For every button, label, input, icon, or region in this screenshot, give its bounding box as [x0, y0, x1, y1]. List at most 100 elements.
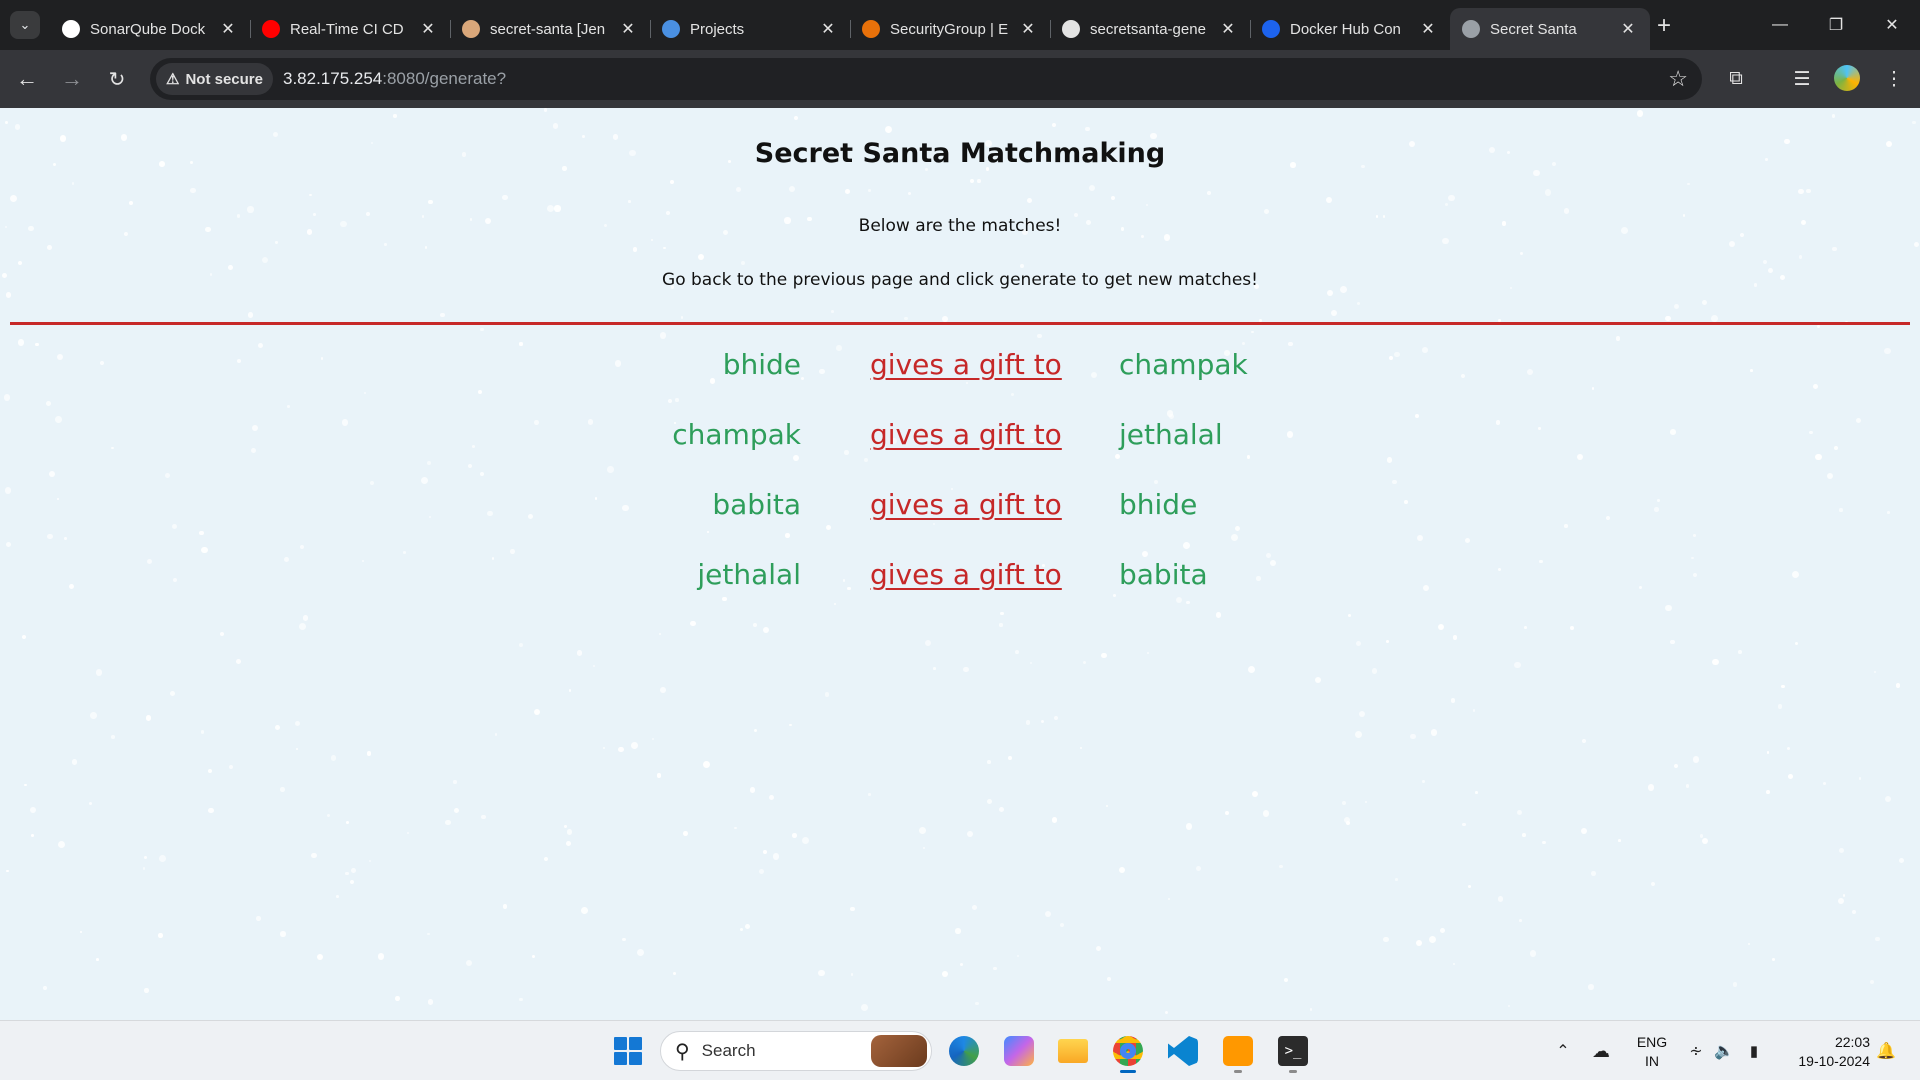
tab-close-icon[interactable]: ✕ [1218, 19, 1238, 39]
new-tab-plus-icon[interactable]: + [1650, 12, 1678, 40]
gives-gift-link[interactable]: gives a gift to [870, 558, 1062, 591]
taskbar-search-box[interactable]: ⚲ Search [660, 1031, 932, 1071]
edge-browser-icon[interactable] [944, 1031, 984, 1071]
snowflake [552, 123, 559, 130]
minimize-icon[interactable]: — [1752, 0, 1808, 50]
snowflake [628, 200, 631, 203]
snowflake [681, 316, 684, 319]
snowflake [453, 807, 460, 813]
snowflake [1141, 550, 1148, 557]
tab-title: SonarQube Dock [90, 20, 206, 38]
gives-gift-link[interactable]: gives a gift to [870, 418, 1062, 451]
snowflake [275, 241, 278, 244]
snowflake [1416, 940, 1423, 947]
snowflake [428, 199, 433, 205]
snowflake [46, 400, 51, 406]
snowflake [1851, 909, 1857, 915]
snowflake [1522, 833, 1527, 837]
snowflake [1665, 604, 1672, 612]
tab-close-icon[interactable]: ✕ [618, 19, 638, 39]
snowflake [602, 746, 605, 749]
chrome-browser-icon[interactable] [1108, 1031, 1148, 1073]
tab-search-chevron-icon[interactable]: ⌄ [10, 11, 40, 39]
volume-icon[interactable]: 🔈 [1712, 1021, 1736, 1080]
sonarqube-projects-icon [662, 20, 680, 38]
browser-tab[interactable]: secret-santa [Jen ✕ [450, 8, 650, 50]
snowflake [1636, 109, 1644, 117]
snowflake [1247, 666, 1255, 673]
snowflake [1029, 661, 1032, 664]
browser-tab[interactable]: Projects ✕ [650, 8, 850, 50]
restore-icon[interactable]: ❐ [1808, 0, 1864, 50]
snowflake [636, 949, 644, 956]
snowflake [922, 846, 926, 850]
snowflake [1007, 755, 1012, 760]
address-bar[interactable]: ⚠ Not secure 3.82.175.254:8080/generate?… [150, 58, 1702, 100]
gives-gift-link[interactable]: gives a gift to [870, 348, 1062, 381]
browser-tab[interactable]: Real-Time CI CD ✕ [250, 8, 450, 50]
snowflake [349, 879, 355, 884]
gives-gift-link[interactable]: gives a gift to [870, 488, 1062, 521]
tab-close-icon[interactable]: ✕ [818, 19, 838, 39]
receiver-name: babita [1119, 558, 1208, 591]
tab-close-icon[interactable]: ✕ [218, 19, 238, 39]
snowflake [369, 859, 372, 863]
snowflake [1728, 240, 1735, 247]
browser-tab[interactable]: Docker Hub Con ✕ [1250, 8, 1450, 50]
tab-close-icon[interactable]: ✕ [418, 19, 438, 39]
browser-tab[interactable]: SecurityGroup | E ✕ [850, 8, 1050, 50]
bookmark-star-icon[interactable]: ☆ [1668, 66, 1688, 92]
browser-tab[interactable]: SonarQube Dock ✕ [50, 8, 250, 50]
sublime-text-icon[interactable] [1218, 1031, 1258, 1073]
snowflake [1699, 834, 1704, 838]
copilot-icon[interactable] [999, 1031, 1039, 1071]
snowflake [1053, 716, 1058, 721]
media-controls-icon[interactable]: ☰ [1788, 65, 1816, 93]
extensions-puzzle-icon[interactable]: ⧉ [1722, 65, 1750, 93]
notification-bell-icon[interactable]: 🔔 [1874, 1021, 1898, 1080]
wifi-icon[interactable]: ∻ [1684, 1021, 1708, 1080]
terminal-icon[interactable]: >_ [1273, 1031, 1313, 1073]
tab-close-icon[interactable]: ✕ [1618, 19, 1638, 39]
snowflake [272, 131, 279, 138]
snowflake [745, 923, 751, 929]
language-indicator[interactable]: ENG IN [1632, 1033, 1672, 1071]
snowflake [1110, 196, 1115, 201]
windows-start-icon[interactable] [608, 1031, 648, 1071]
browser-tab[interactable]: secretsanta-gene ✕ [1050, 8, 1250, 50]
reload-icon[interactable]: ↻ [102, 64, 132, 94]
browser-tab[interactable]: Secret Santa ✕ [1450, 8, 1650, 50]
snowflake [884, 125, 892, 133]
snowflake [1119, 867, 1126, 874]
battery-icon[interactable]: ▮ [1742, 1021, 1766, 1080]
snowflake [924, 640, 932, 647]
menu-dots-icon[interactable]: ⋮ [1880, 65, 1908, 93]
snowflake [143, 855, 147, 859]
file-explorer-icon[interactable] [1053, 1031, 1093, 1071]
back-arrow-icon[interactable]: ← [12, 64, 42, 94]
tab-close-icon[interactable]: ✕ [1018, 19, 1038, 39]
taskbar-clock[interactable]: 22:03 19-10-2024 [1780, 1033, 1870, 1071]
profile-avatar[interactable] [1834, 65, 1860, 91]
snowflake [1875, 936, 1880, 942]
security-chip[interactable]: ⚠ Not secure [156, 63, 273, 95]
snowflake [1670, 639, 1675, 644]
snowflake [1288, 341, 1293, 347]
onedrive-cloud-icon[interactable]: ☁ [1588, 1021, 1614, 1080]
language-region: IN [1645, 1053, 1659, 1069]
close-window-icon[interactable]: ✕ [1864, 0, 1920, 50]
url-text[interactable]: 3.82.175.254:8080/generate? [283, 69, 506, 89]
vscode-icon[interactable] [1163, 1031, 1203, 1071]
snowflake [1507, 1005, 1511, 1008]
tab-title: SecurityGroup | E [890, 20, 1009, 38]
tab-close-icon[interactable]: ✕ [1418, 19, 1438, 39]
snowflake [64, 537, 68, 540]
snowflake [1444, 202, 1449, 206]
snowflake [794, 115, 799, 121]
snowflake [617, 746, 624, 753]
snowflake [942, 316, 949, 322]
snowflake [675, 398, 679, 402]
snowflake [519, 997, 523, 1002]
tray-overflow-chevron-icon[interactable]: ⌃ [1550, 1021, 1576, 1080]
forward-arrow-icon[interactable]: → [57, 64, 87, 94]
